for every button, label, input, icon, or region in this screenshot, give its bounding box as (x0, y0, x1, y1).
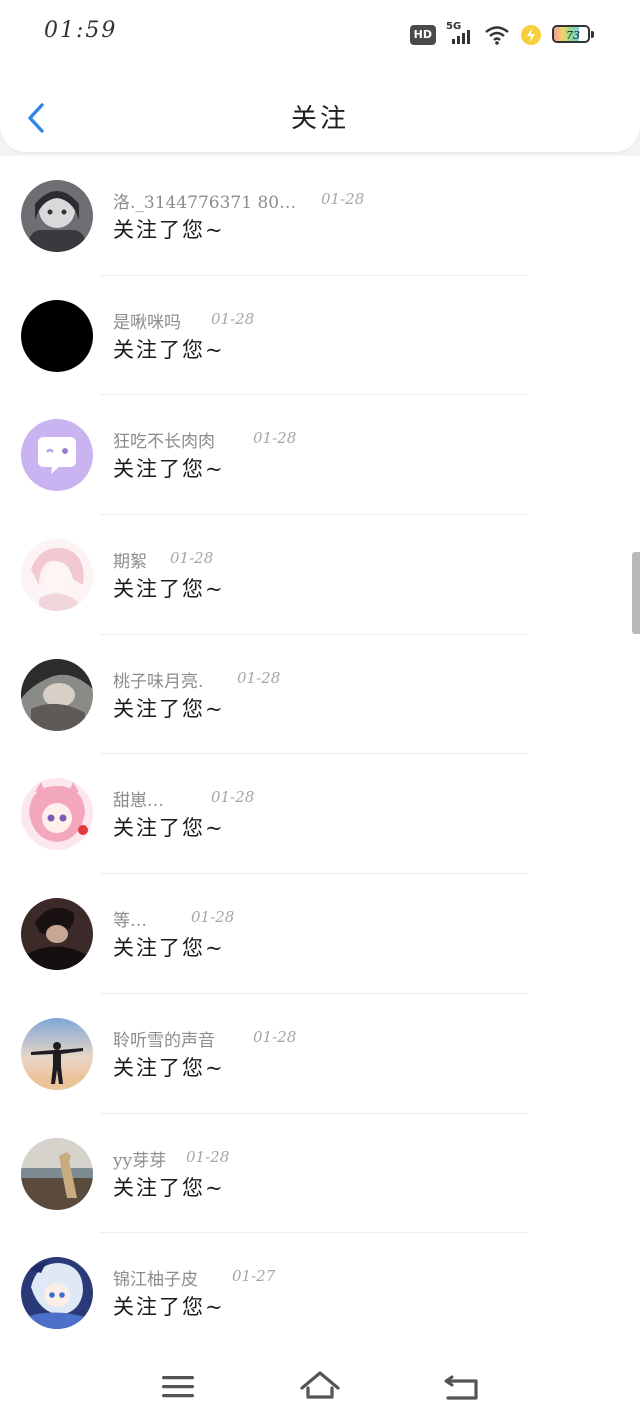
battery-icon: 73 (552, 25, 596, 45)
user-name: 是啾咪吗 (113, 312, 181, 333)
list-item[interactable]: 狂吃不长肉肉 01-28 关注了您~ (0, 395, 640, 516)
message-text: 关注了您~ (113, 457, 225, 482)
message-text: 关注了您~ (113, 218, 225, 242)
user-name: 聆听雪的声音 (113, 1030, 215, 1051)
message-text: 关注了您~ (113, 577, 225, 602)
message-text: 关注了您~ (113, 1175, 225, 1200)
home-icon (300, 1371, 340, 1399)
item-meta: 期絮 01-28 (113, 547, 213, 573)
avatar[interactable] (21, 1017, 93, 1090)
message-text: 关注了您~ (113, 337, 225, 362)
user-name: 桃子味月亮. (113, 671, 204, 692)
item-meta: 甜崽… 01-28 (113, 786, 254, 812)
menu-button[interactable] (156, 1368, 200, 1404)
status-time: 01:59 (44, 18, 118, 43)
scrollbar[interactable] (632, 552, 640, 634)
avatar[interactable] (21, 898, 93, 971)
user-name: 锦江柚子皮 (113, 1270, 198, 1291)
date-label: 01-28 (253, 1027, 297, 1046)
user-name: 甜崽… (113, 791, 164, 812)
user-name: 洛._3144776371 80… (113, 193, 297, 213)
avatar[interactable] (21, 658, 93, 731)
list-item[interactable]: 锦江柚子皮 01-27 关注了您~ (0, 1233, 640, 1351)
top-bar: 01:59 HD 5G 73 关注 (0, 0, 640, 152)
home-button[interactable] (298, 1368, 342, 1404)
list-item[interactable]: 期絮 01-28 关注了您~ (0, 515, 640, 635)
message-text: 关注了您~ (113, 1295, 225, 1320)
date-label: 01-28 (237, 668, 281, 687)
message-text: 关注了您~ (113, 696, 225, 721)
date-label: 01-28 (211, 788, 255, 807)
list-item[interactable]: 是啾咪吗 01-28 关注了您~ (0, 276, 640, 396)
avatar[interactable] (21, 180, 93, 252)
avatar[interactable] (21, 299, 93, 372)
date-label: 01-28 (321, 190, 365, 208)
date-label: 01-28 (191, 908, 235, 927)
date-label: 01-28 (253, 429, 297, 448)
battery-level: 73 (566, 29, 580, 42)
page-title: 关注 (290, 104, 349, 134)
item-meta: 桃子味月亮. 01-28 (113, 667, 280, 692)
message-text: 关注了您~ (113, 1055, 225, 1080)
menu-icon (162, 1376, 194, 1398)
message-text: 关注了您~ (113, 936, 225, 961)
status-icons: HD 5G 73 (409, 21, 596, 48)
list-item[interactable]: 洛._3144776371 80… 01-28 关注了您~ (0, 156, 640, 276)
avatar[interactable] (21, 419, 93, 492)
chat-bubble-icon (21, 419, 93, 492)
charging-icon (520, 24, 542, 46)
item-meta: 锦江柚子皮 01-27 (113, 1265, 275, 1291)
item-meta: yy芽芽 01-28 (113, 1146, 229, 1171)
avatar[interactable] (21, 778, 93, 851)
avatar[interactable] (21, 1137, 93, 1210)
item-meta: 洛._3144776371 80… 01-28 (113, 188, 364, 213)
wifi-icon (484, 24, 510, 46)
list-item[interactable]: yy芽芽 01-28 关注了您~ (0, 1114, 640, 1234)
date-label: 01-28 (186, 1147, 230, 1166)
list-item[interactable]: 甜崽… 01-28 关注了您~ (0, 754, 640, 875)
user-name: yy芽芽 (113, 1150, 167, 1171)
user-name: 等… (113, 911, 147, 932)
user-name: 狂吃不长肉肉 (113, 432, 215, 453)
item-meta: 狂吃不长肉肉 01-28 (113, 427, 296, 453)
signal-5g-icon: 5G (446, 21, 474, 46)
message-text: 关注了您~ (113, 816, 225, 841)
list-item[interactable]: 聆听雪的声音 01-28 关注了您~ (0, 994, 640, 1114)
back-nav-button[interactable] (440, 1368, 484, 1404)
list-item[interactable]: 等… 01-28 关注了您~ (0, 874, 640, 994)
date-label: 01-28 (170, 549, 214, 568)
user-name: 期絮 (113, 552, 147, 573)
system-nav-bar (0, 1348, 640, 1427)
date-label: 01-28 (211, 309, 255, 328)
follower-list: 洛._3144776371 80… 01-28 关注了您~ 是啾咪吗 01-28… (0, 156, 640, 1352)
date-label: 01-27 (232, 1267, 276, 1286)
hd-icon: HD (409, 25, 436, 45)
list-item[interactable]: 桃子味月亮. 01-28 关注了您~ (0, 635, 640, 755)
avatar[interactable] (21, 539, 93, 612)
avatar[interactable] (21, 1257, 93, 1330)
back-icon (444, 1375, 478, 1400)
item-meta: 等… 01-28 (113, 906, 234, 932)
item-meta: 聆听雪的声音 01-28 (113, 1026, 296, 1051)
item-meta: 是啾咪吗 01-28 (113, 308, 254, 333)
